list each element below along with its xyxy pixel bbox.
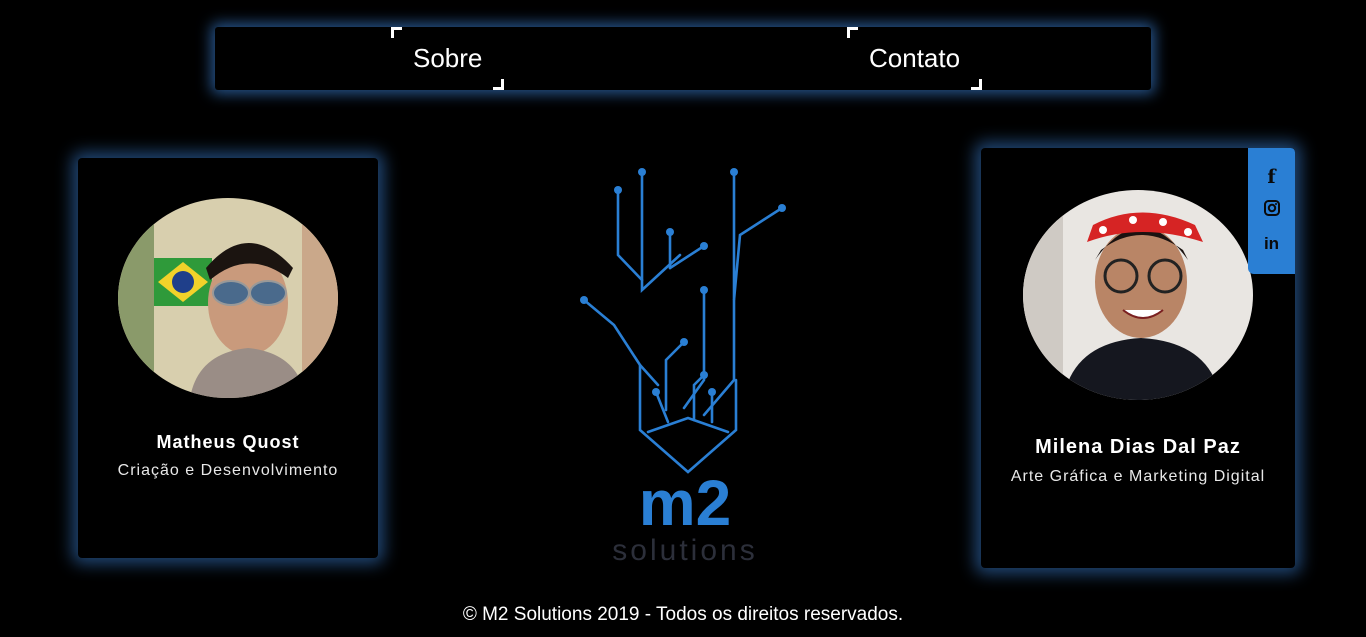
corner-bracket-bottom-right bbox=[493, 79, 505, 90]
top-nav: Sobre Contato bbox=[215, 27, 1151, 90]
m2-solutions-logo: m2 solutions bbox=[580, 168, 786, 567]
social-links-panel: f in bbox=[1248, 148, 1295, 274]
logo-text-solutions: solutions bbox=[612, 534, 757, 567]
logo-text-m2: m2 bbox=[639, 467, 732, 539]
team-card-matheus[interactable]: Matheus Quost Criação e Desenvolvimento bbox=[78, 158, 378, 558]
member-role: Criação e Desenvolvimento bbox=[117, 462, 339, 479]
avatar-milena bbox=[1023, 190, 1253, 400]
linkedin-icon[interactable]: in bbox=[1248, 234, 1295, 254]
nav-link-sobre-label: Sobre bbox=[413, 43, 483, 73]
facebook-icon[interactable]: f bbox=[1248, 166, 1295, 188]
nav-link-contato[interactable]: Contato bbox=[847, 27, 983, 90]
member-role: Arte Gráfica e Marketing Digital bbox=[1010, 468, 1266, 485]
nav-link-sobre[interactable]: Sobre bbox=[391, 27, 505, 90]
nav-link-contato-label: Contato bbox=[869, 43, 961, 73]
member-name: Milena Dias Dal Paz bbox=[1035, 436, 1241, 458]
avatar-matheus bbox=[118, 198, 338, 398]
team-card-milena[interactable]: Milena Dias Dal Paz Arte Gráfica e Marke… bbox=[981, 148, 1295, 568]
footer-copyright: © M2 Solutions 2019 - Todos os direitos … bbox=[462, 604, 904, 625]
corner-bracket-bottom-right bbox=[971, 79, 983, 90]
instagram-icon[interactable] bbox=[1248, 200, 1295, 221]
corner-bracket-top-left bbox=[847, 27, 858, 38]
member-name: Matheus Quost bbox=[156, 432, 300, 452]
corner-bracket-top-left bbox=[391, 27, 402, 38]
